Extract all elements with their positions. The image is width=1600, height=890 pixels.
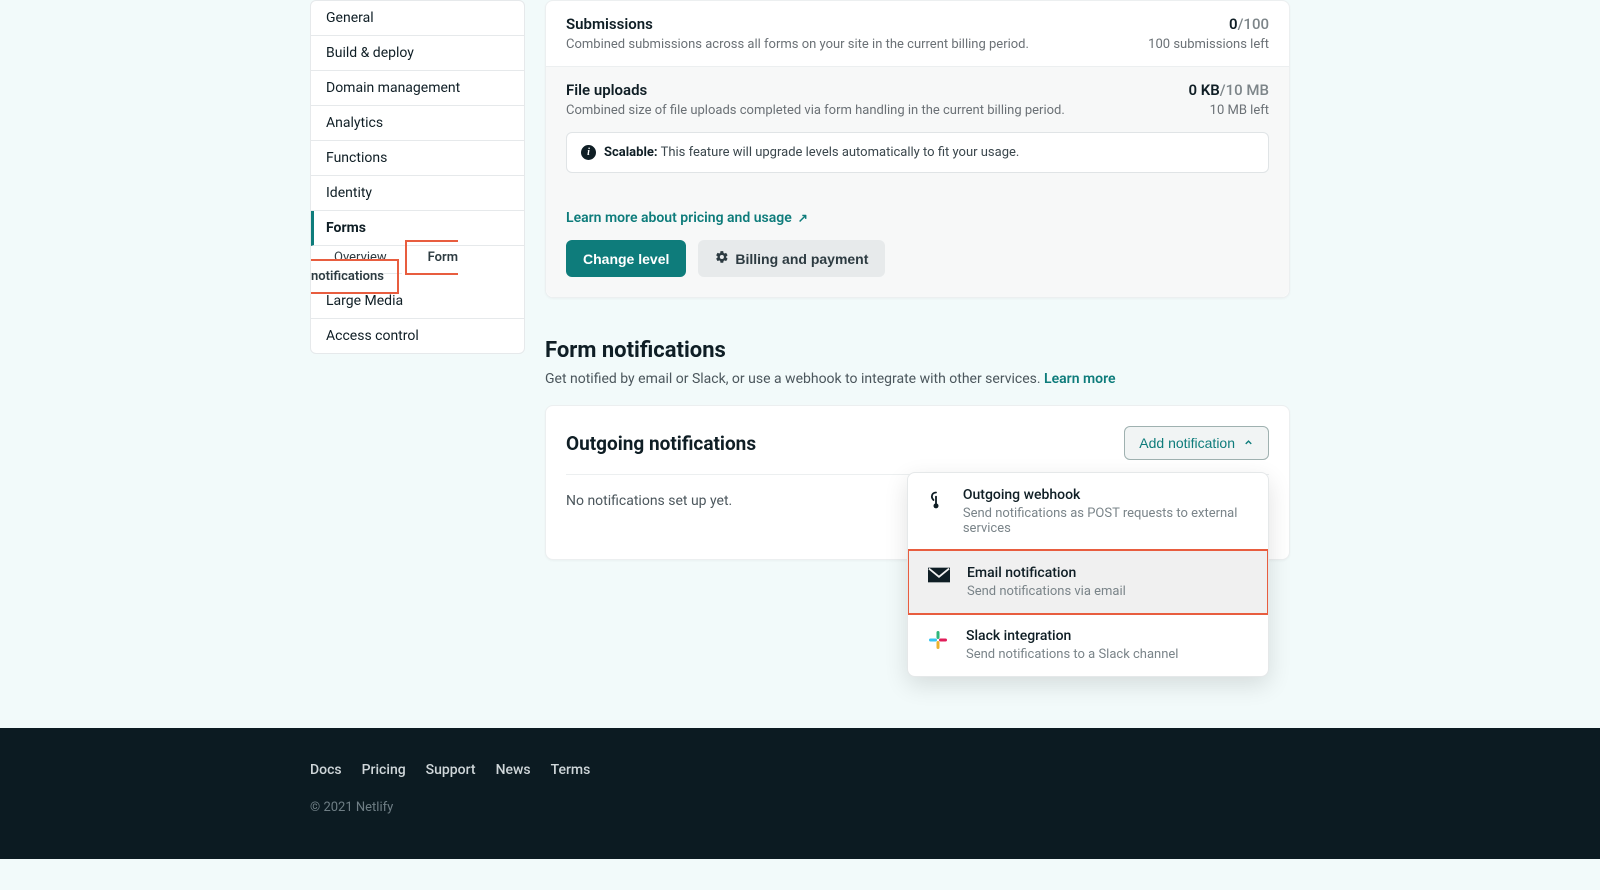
usage-row-submissions: Submissions Combined submissions across … <box>546 1 1289 67</box>
dropdown-slack-desc: Send notifications to a Slack channel <box>966 647 1178 662</box>
billing-label: Billing and payment <box>735 251 868 267</box>
uploads-limit: /10 MB <box>1220 81 1269 99</box>
add-notification-button[interactable]: Add notification <box>1124 426 1269 460</box>
dropdown-item-webhook[interactable]: Outgoing webhook Send notifications as P… <box>908 473 1268 550</box>
footer-link-pricing[interactable]: Pricing <box>362 762 406 778</box>
learn-more-pricing-label: Learn more about pricing and usage <box>566 210 792 226</box>
submissions-limit: /100 <box>1238 15 1269 33</box>
footer-link-docs[interactable]: Docs <box>310 762 342 778</box>
outgoing-notifications-card: Outgoing notifications Add notification … <box>545 405 1290 560</box>
usage-row-uploads: File uploads Combined size of file uploa… <box>546 67 1289 132</box>
gear-icon <box>715 250 729 267</box>
dropdown-item-slack[interactable]: Slack integration Send notifications to … <box>908 614 1268 676</box>
submissions-value: 0/100 <box>1148 15 1269 33</box>
scalable-text: This feature will upgrade levels automat… <box>661 145 1020 160</box>
external-link-icon: ↗ <box>798 211 808 225</box>
scalable-notice: i Scalable: This feature will upgrade le… <box>566 132 1269 173</box>
footer-copyright: © 2021 Netlify <box>310 800 1290 815</box>
dropdown-email-desc: Send notifications via email <box>967 584 1126 599</box>
form-notifications-heading: Form notifications <box>545 338 1290 363</box>
billing-and-payment-button[interactable]: Billing and payment <box>698 240 885 277</box>
uploads-remaining: 10 MB left <box>1188 103 1269 118</box>
uploads-value: 0 KB/10 MB <box>1188 81 1269 99</box>
submissions-title: Submissions <box>566 15 1029 33</box>
usage-card: Submissions Combined submissions across … <box>545 0 1290 298</box>
submissions-used: 0 <box>1229 15 1238 33</box>
footer-link-support[interactable]: Support <box>426 762 476 778</box>
info-icon: i <box>581 145 596 160</box>
uploads-title: File uploads <box>566 81 1065 99</box>
sidebar-item-access-control[interactable]: Access control <box>311 319 524 353</box>
dropdown-slack-title: Slack integration <box>966 628 1178 644</box>
dropdown-webhook-desc: Send notifications as POST requests to e… <box>963 506 1252 536</box>
submissions-remaining: 100 submissions left <box>1148 37 1269 52</box>
change-level-button[interactable]: Change level <box>566 240 686 277</box>
settings-sidebar: General Build & deploy Domain management… <box>310 0 525 668</box>
settings-nav: General Build & deploy Domain management… <box>310 0 525 354</box>
email-icon <box>925 565 953 583</box>
sidebar-item-functions[interactable]: Functions <box>311 141 524 176</box>
footer-links: Docs Pricing Support News Terms <box>310 762 1290 778</box>
uploads-desc: Combined size of file uploads completed … <box>566 103 1065 118</box>
scalable-label: Scalable: <box>604 145 658 160</box>
form-notifications-subtext-text: Get notified by email or Slack, or use a… <box>545 371 1044 387</box>
chevron-up-icon <box>1243 435 1254 451</box>
submissions-desc: Combined submissions across all forms on… <box>566 37 1029 52</box>
footer-link-news[interactable]: News <box>496 762 531 778</box>
main-content: Submissions Combined submissions across … <box>545 0 1290 668</box>
dropdown-webhook-title: Outgoing webhook <box>963 487 1252 503</box>
uploads-used: 0 KB <box>1188 81 1219 99</box>
add-notification-label: Add notification <box>1139 435 1235 451</box>
dropdown-email-title: Email notification <box>967 565 1126 581</box>
dropdown-item-email[interactable]: Email notification Send notifications vi… <box>907 549 1269 615</box>
sidebar-item-build-deploy[interactable]: Build & deploy <box>311 36 524 71</box>
sidebar-item-identity[interactable]: Identity <box>311 176 524 211</box>
sidebar-item-general[interactable]: General <box>311 1 524 36</box>
slack-icon <box>924 628 952 650</box>
sidebar-item-domain-management[interactable]: Domain management <box>311 71 524 106</box>
learn-more-pricing-link[interactable]: Learn more about pricing and usage ↗ <box>566 210 808 226</box>
form-notifications-subtext: Get notified by email or Slack, or use a… <box>545 371 1290 387</box>
webhook-icon <box>924 487 949 511</box>
learn-more-link[interactable]: Learn more <box>1044 371 1115 387</box>
add-notification-dropdown: Outgoing webhook Send notifications as P… <box>907 472 1269 677</box>
footer-link-terms[interactable]: Terms <box>551 762 591 778</box>
outgoing-notifications-title: Outgoing notifications <box>566 432 756 455</box>
page-footer: Docs Pricing Support News Terms © 2021 N… <box>0 728 1600 859</box>
sidebar-item-analytics[interactable]: Analytics <box>311 106 524 141</box>
